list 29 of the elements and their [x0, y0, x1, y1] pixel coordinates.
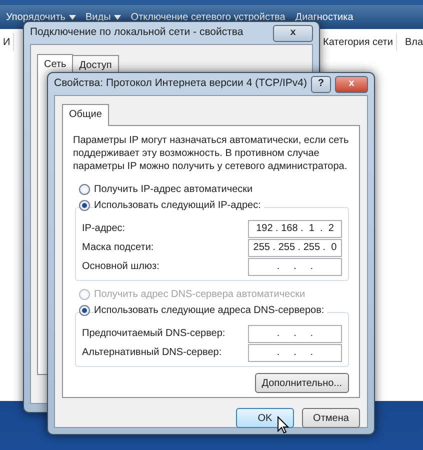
description-text: Параметры IP могут назначаться автоматически, если сеть поддерживает эту возможность. В противном случае параметры IP можно получить у сетевого администратора.: [73, 134, 349, 173]
advanced-button[interactable]: Дополнительно...: [254, 373, 349, 393]
tab[interactable]: Общие: [62, 104, 109, 126]
ip-address-field[interactable]: 192 . 168 . 1 . 2: [248, 220, 342, 238]
close-button[interactable]: x: [273, 24, 313, 42]
toolbar-button[interactable]: Упорядочить: [6, 10, 76, 24]
radio-button[interactable]: [79, 304, 90, 316]
cursor-icon: [277, 416, 289, 434]
ip-address-field[interactable]: . . .: [248, 258, 342, 276]
help-button[interactable]: ?: [311, 76, 331, 92]
radio-label: Использовать следующий IP-адрес:: [94, 198, 264, 212]
column-header[interactable]: Вла: [402, 33, 423, 51]
radio-button[interactable]: [79, 184, 90, 194]
field-label: Предпочитаемый DNS-сервер:: [82, 327, 226, 341]
toolbar-button[interactable]: Отключение сетевого устройства: [130, 10, 286, 24]
field-label: Альтернативный DNS-сервер:: [82, 346, 222, 360]
toolbar-button[interactable]: Диагностика: [295, 10, 354, 24]
ip-address-field[interactable]: . . .: [248, 344, 342, 362]
dialog-button[interactable]: Отмена: [302, 408, 360, 428]
window-title: Подключение по локальной сети - свойства: [30, 25, 244, 40]
ip-address-field[interactable]: 255 . 255 . 255 . 0: [248, 238, 342, 256]
radio-button[interactable]: [79, 200, 90, 210]
field-label: Основной шлюз:: [82, 260, 160, 274]
window-title: Свойства: Протокол Интернета версии 4 (TCP/IPv4): [54, 76, 307, 92]
field-label: IP-адрес:: [82, 222, 126, 236]
field-label: Маска подсети:: [82, 241, 154, 255]
column-header[interactable]: И: [0, 33, 14, 51]
ip-address-field[interactable]: . . .: [248, 324, 342, 342]
toolbar-button[interactable]: Виды: [86, 10, 121, 24]
